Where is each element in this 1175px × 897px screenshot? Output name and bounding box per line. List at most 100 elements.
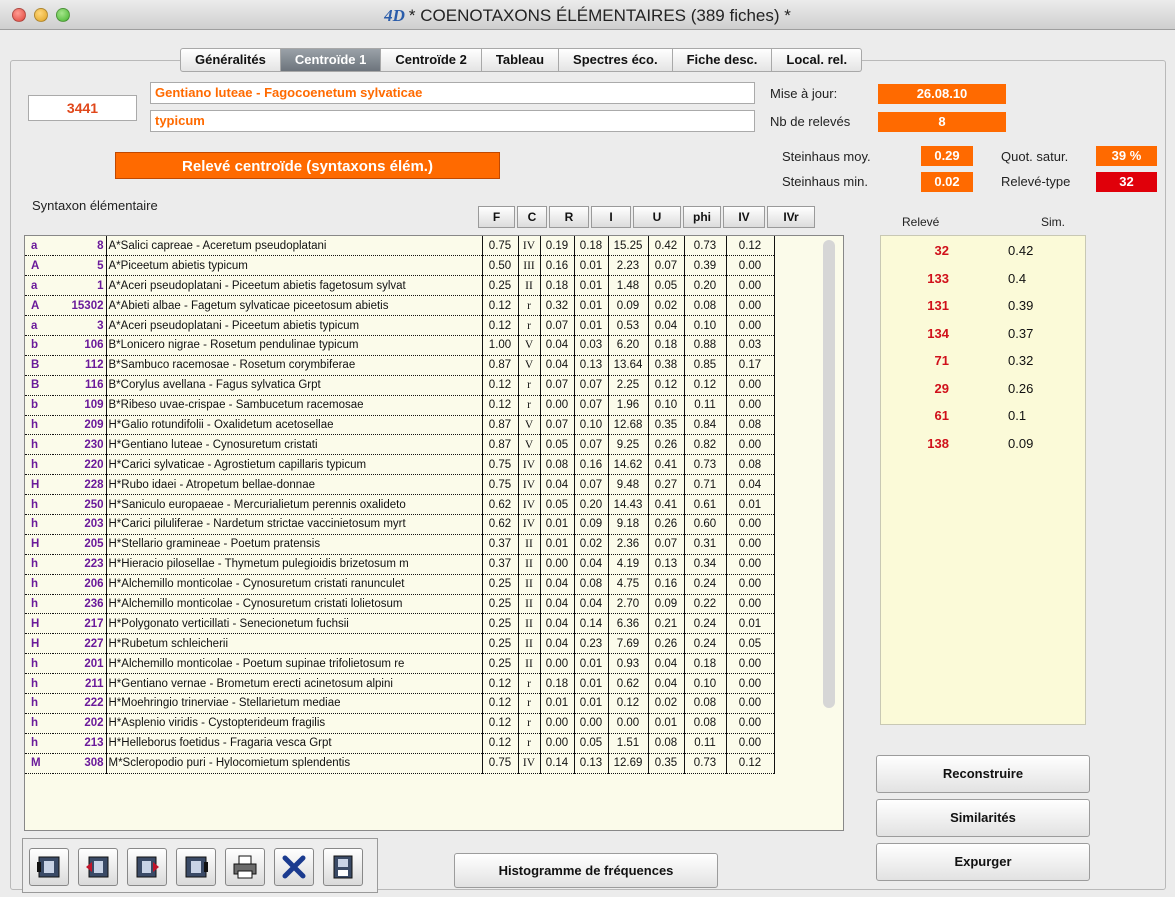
delete-button[interactable] <box>274 848 314 886</box>
reconstruire-button[interactable]: Reconstruire <box>876 755 1090 793</box>
table-row[interactable]: h 201 H*Alchemillo monticolae - Poetum sup… <box>25 653 775 675</box>
similarity-row[interactable]: 61 0.1 <box>881 408 1087 428</box>
table-row[interactable]: h 223 H*Hieracio pilosellae - Thymetum pul… <box>25 554 775 575</box>
cell-iv: 0.10 <box>684 673 727 694</box>
cell-f: 0.87 <box>482 434 519 456</box>
table-row[interactable]: a 3 A*Aceri pseudoplatani - Piceetum abiet… <box>25 315 775 336</box>
table-row[interactable]: h 206 H*Alchemillo monticolae - Cynosuretu… <box>25 574 775 595</box>
table-row[interactable]: h 220 H*Carici sylvaticae - Agrostietum ca… <box>25 454 775 476</box>
table-row[interactable]: H 228 H*Rubo idaei - Atropetum bellae-donn… <box>25 474 775 496</box>
cell-u: 2.36 <box>608 534 649 555</box>
cell-i: 0.23 <box>574 633 609 655</box>
cell-phi: 0.42 <box>648 236 685 257</box>
table-row[interactable]: h 202 H*Asplenio viridis - Cystopterideum … <box>25 713 775 734</box>
table-row[interactable]: a 8 A*Salici capreae - Aceretum pseudoplat… <box>25 236 775 257</box>
tab-spectres-eco[interactable]: Spectres éco. <box>559 48 673 72</box>
cell-f: 1.00 <box>482 335 519 356</box>
releve-centroide-button[interactable]: Relevé centroïde (syntaxons élém.) <box>115 152 500 179</box>
table-row[interactable]: h 203 H*Carici piluliferae - Nardetum stri… <box>25 514 775 535</box>
table-row[interactable]: h 213 H*Helleborus foetidus - Fragaria ves… <box>25 733 775 754</box>
similarites-button[interactable]: Similarités <box>876 799 1090 837</box>
table-row[interactable]: h 230 H*Gentiano luteae - Cynosuretum cris… <box>25 434 775 456</box>
table-row[interactable]: h 211 H*Gentiano vernae - Brometum erecti … <box>25 673 775 694</box>
table-row[interactable]: A 15302 A*Abieti albae - Fagetum sylvatica… <box>25 295 775 317</box>
cell-c: IV <box>518 494 541 515</box>
col-header-i[interactable]: I <box>591 206 631 228</box>
table-row[interactable]: h 222 H*Moehringio trinerviae - Stellariet… <box>25 693 775 714</box>
table-row[interactable]: B 116 B*Corylus avellana - Fagus sylvatica… <box>25 375 775 396</box>
col-header-c[interactable]: C <box>517 206 547 228</box>
print-button[interactable] <box>225 848 265 886</box>
cell-u: 9.18 <box>608 514 649 535</box>
row-number: 222 <box>53 693 107 714</box>
col-header-phi[interactable]: phi <box>683 206 721 228</box>
syntaxon-table[interactable]: a 8 A*Salici capreae - Aceretum pseudoplat… <box>24 235 844 831</box>
last-record-button[interactable] <box>176 848 216 886</box>
similarity-row[interactable]: 29 0.26 <box>881 381 1087 401</box>
col-header-u[interactable]: U <box>633 206 681 228</box>
cell-iv: 0.24 <box>684 613 727 635</box>
similarity-row[interactable]: 71 0.32 <box>881 353 1087 373</box>
similarity-list[interactable]: 32 0.42 133 0.4 131 0.39 134 0.37 71 0.32 29 0.26 61… <box>880 235 1086 725</box>
cell-f: 0.75 <box>482 454 519 476</box>
expurger-button[interactable]: Expurger <box>876 843 1090 881</box>
table-row[interactable]: a 1 A*Aceri pseudoplatani - Piceetum abiet… <box>25 275 775 297</box>
cell-phi: 0.04 <box>648 673 685 694</box>
table-row[interactable]: b 106 B*Lonicero nigrae - Rosetum pendulin… <box>25 335 775 356</box>
tab-tableau[interactable]: Tableau <box>481 48 560 72</box>
cell-f: 0.12 <box>482 673 519 694</box>
cell-ivr: 0.00 <box>726 574 775 595</box>
cell-f: 0.62 <box>482 494 519 515</box>
similarity-row[interactable]: 32 0.42 <box>881 243 1087 263</box>
table-row[interactable]: H 227 H*Rubetum schleicherii 0.25 II 0.04 0.23… <box>25 633 775 655</box>
cell-iv: 0.08 <box>684 713 727 734</box>
cell-c: II <box>518 613 541 635</box>
cell-ivr: 0.00 <box>726 693 775 714</box>
cell-u: 0.62 <box>608 673 649 694</box>
cell-u: 0.09 <box>608 295 649 317</box>
table-scrollbar[interactable] <box>823 240 835 708</box>
app-logo: 4D <box>384 6 405 25</box>
col-header-f[interactable]: F <box>478 206 515 228</box>
cell-r: 0.04 <box>540 633 575 655</box>
cell-i: 0.10 <box>574 415 609 436</box>
cell-ivr: 0.04 <box>726 474 775 496</box>
table-row[interactable]: b 109 B*Ribeso uvae-crispae - Sambucetum r… <box>25 395 775 416</box>
col-header-r[interactable]: R <box>549 206 589 228</box>
similarity-row[interactable]: 134 0.37 <box>881 326 1087 346</box>
table-row[interactable]: h 236 H*Alchemillo monticolae - Cynosuretu… <box>25 594 775 615</box>
save-button[interactable] <box>323 848 363 886</box>
similarity-row[interactable]: 133 0.4 <box>881 271 1087 291</box>
table-row[interactable]: A 5 A*Piceetum abietis typicum 0.50 III 0.16 0… <box>25 255 775 277</box>
cell-i: 0.01 <box>574 295 609 317</box>
cell-i: 0.00 <box>574 713 609 734</box>
table-row[interactable]: h 250 H*Saniculo europaeae - Mercurialietu… <box>25 494 775 515</box>
table-row[interactable]: H 217 H*Polygonato verticillati - Senecion… <box>25 613 775 635</box>
next-record-button[interactable] <box>127 848 167 886</box>
syntaxon-name-field[interactable]: Gentiano luteae - Fagocoenetum sylvatica… <box>150 82 755 104</box>
similarity-row[interactable]: 131 0.39 <box>881 298 1087 318</box>
table-row[interactable]: B 112 B*Sambuco racemosae - Rosetum corymb… <box>25 355 775 376</box>
table-row[interactable]: h 209 H*Galio rotundifolii - Oxalidetum ac… <box>25 415 775 436</box>
tab-generalites[interactable]: Généralités <box>180 48 281 72</box>
tab-fiche-desc[interactable]: Fiche desc. <box>672 48 773 72</box>
similarity-row[interactable]: 138 0.09 <box>881 436 1087 456</box>
syntaxon-subname-field[interactable]: typicum <box>150 110 755 132</box>
previous-record-button[interactable] <box>78 848 118 886</box>
cell-r: 0.18 <box>540 673 575 694</box>
col-header-iv[interactable]: IV <box>723 206 765 228</box>
cell-phi: 0.01 <box>648 713 685 734</box>
tab-local-rel[interactable]: Local. rel. <box>772 48 863 72</box>
tab-centroide-1[interactable]: Centroïde 1 <box>280 48 382 72</box>
first-record-button[interactable] <box>29 848 69 886</box>
tab-centroide-2[interactable]: Centroïde 2 <box>381 48 482 72</box>
cell-c: r <box>518 295 541 317</box>
col-header-ivr[interactable]: IVr <box>767 206 815 228</box>
cell-iv: 0.20 <box>684 275 727 297</box>
row-category: H <box>25 534 53 555</box>
table-row[interactable]: M 308 M*Scleropodio puri - Hylocomietum sp… <box>25 753 775 774</box>
table-row[interactable]: H 205 H*Stellario gramineae - Poetum prate… <box>25 534 775 555</box>
record-code-field[interactable]: 3441 <box>28 95 137 121</box>
cell-u: 4.75 <box>608 574 649 595</box>
histogramme-button[interactable]: Histogramme de fréquences <box>454 853 718 888</box>
